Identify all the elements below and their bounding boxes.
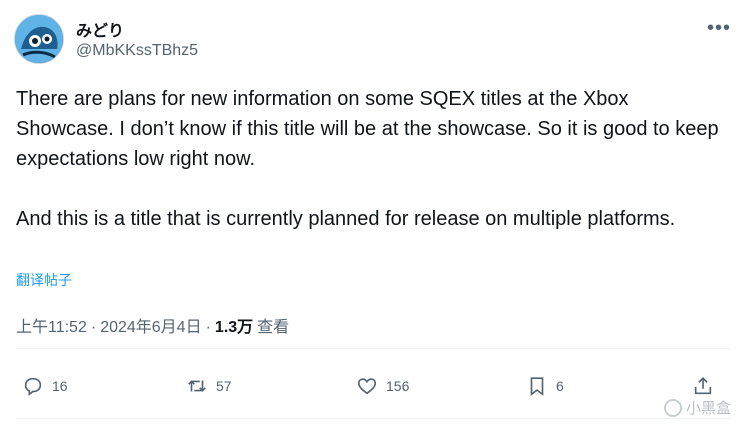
translate-post-link[interactable]: 翻译帖子 [16,270,72,290]
reply-count: 16 [52,378,68,394]
tweet-meta: 上午11:52 · 2024年6月4日 · 1.3万 查看 [16,313,289,337]
retweet-count: 57 [216,378,232,394]
retweet-button[interactable]: 57 [186,366,232,406]
meta-separator: · [205,319,211,336]
divider [16,348,731,349]
reply-button[interactable]: 16 [22,366,68,406]
more-horizontal-icon[interactable]: ••• [707,16,731,40]
reply-icon [24,377,42,396]
retweet-icon [188,380,206,392]
like-count: 156 [386,378,410,394]
share-icon [694,377,712,395]
watermark-logo-icon [663,398,682,417]
tweet-time[interactable]: 上午11:52 [16,313,87,337]
bookmark-icon [530,377,544,396]
heart-icon [357,378,377,395]
actions-bar: 16 57 156 6 [16,366,731,406]
username[interactable]: @MbKKssTBhz5 [76,42,198,60]
like-button[interactable]: 156 [356,366,409,406]
meta-separator: · [90,319,97,336]
tweet-card: みどり @MbKKssTBhz5 ••• There are plans for… [0,0,747,430]
display-name[interactable]: みどり [76,17,124,41]
bookmark-button[interactable]: 6 [526,366,564,406]
watermark: 小黑盒 [663,397,731,418]
views-label: 查看 [257,319,290,336]
tweet-date[interactable]: 2024年6月4日 [100,313,201,337]
bookmark-count: 6 [556,378,564,394]
divider [16,418,731,419]
watermark-text: 小黑盒 [685,400,731,417]
tweet-text: There are plans for new information on s… [16,88,719,230]
avatar[interactable] [14,14,64,64]
views-count: 1.3万 [214,319,254,336]
avatar-illustration [15,15,63,63]
